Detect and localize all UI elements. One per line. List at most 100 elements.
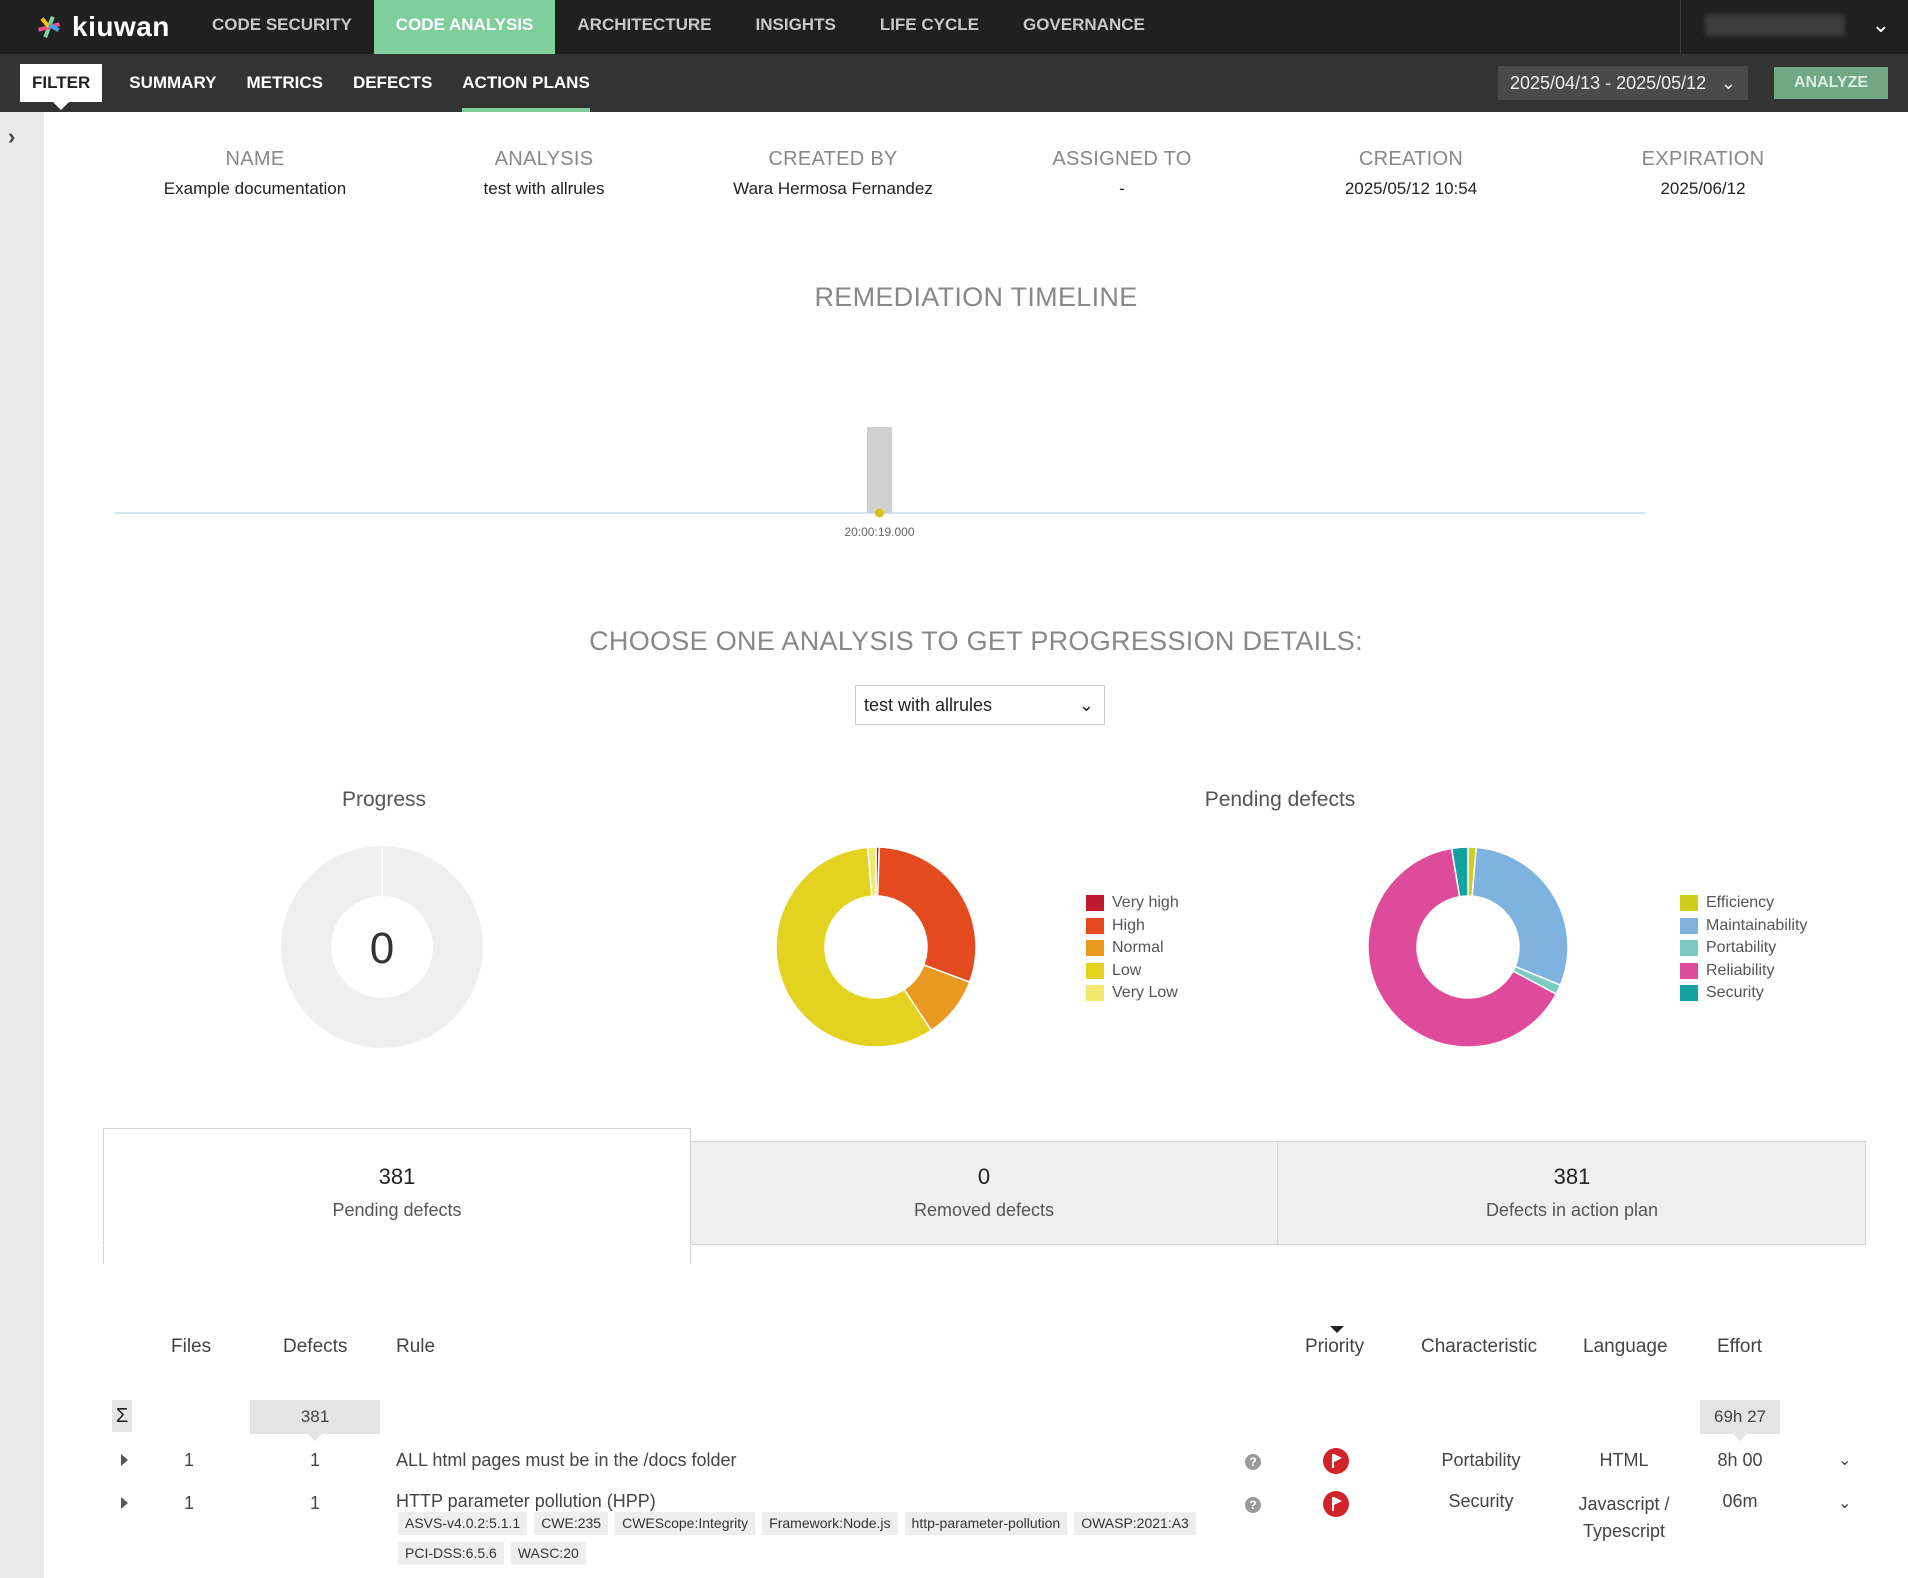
row-defects[interactable]: 1	[310, 1450, 320, 1471]
filter-tab[interactable]: FILTER	[20, 64, 103, 110]
chevron-right-icon[interactable]: ›	[8, 124, 15, 150]
info-value: 2025/05/12 10:54	[1344, 179, 1478, 198]
chevron-down-icon[interactable]: ⌄	[1838, 1450, 1851, 1470]
row-effort: 8h 00	[1717, 1450, 1763, 1470]
rule-tag[interactable]: PCI-DSS:6.5.6	[398, 1542, 504, 1565]
priority-flag-icon	[1323, 1448, 1349, 1474]
timeline-title: REMEDIATION TIMELINE	[814, 282, 1138, 312]
legend-item[interactable]: High	[1086, 915, 1179, 938]
collapsed-sidebar: ›	[0, 112, 44, 1578]
analyze-button[interactable]: ANALYZE	[1774, 67, 1888, 99]
legend-label: Low	[1112, 961, 1142, 979]
legend-swatch	[1680, 895, 1698, 912]
legend-swatch	[1086, 985, 1104, 1002]
chevron-down-icon[interactable]: ⌄	[1838, 1493, 1851, 1513]
stat-tab-removed-defects[interactable]: 0 Removed defects	[690, 1164, 1278, 1221]
row-rule[interactable]: ALL html pages must be in the /docs fold…	[396, 1450, 737, 1471]
column-header-rule[interactable]: Rule	[396, 1336, 435, 1358]
priority-flag-icon	[1323, 1491, 1349, 1517]
user-menu[interactable]: ⌄	[1680, 0, 1908, 54]
nav-insights[interactable]: INSIGHTS	[734, 0, 858, 54]
tab-summary[interactable]: SUMMARY	[114, 64, 231, 102]
nav-code-analysis[interactable]: CODE ANALYSIS	[373, 0, 556, 54]
legend-item[interactable]: Very high	[1086, 892, 1179, 915]
column-header-files[interactable]: Files	[171, 1336, 211, 1358]
row-rule[interactable]: HTTP parameter pollution (HPP)	[396, 1491, 656, 1512]
sort-desc-icon[interactable]	[1330, 1326, 1344, 1333]
tab-action-plans[interactable]: ACTION PLANS	[447, 64, 605, 112]
expand-row-arrow-icon[interactable]	[121, 1497, 128, 1509]
legend-label: Very Low	[1112, 984, 1178, 1002]
tab-metrics[interactable]: METRICS	[231, 64, 338, 102]
priority-slice-high[interactable]	[876, 846, 977, 984]
legend-swatch	[1680, 985, 1698, 1002]
info-value: -	[1119, 179, 1125, 198]
info-value: 2025/06/12	[1660, 179, 1746, 198]
legend-item[interactable]: Efficiency	[1680, 892, 1807, 915]
legend-label: Portability	[1706, 939, 1777, 957]
remediation-timeline-chart: 20:00:19.000	[115, 427, 1645, 539]
legend-label: Security	[1706, 984, 1764, 1002]
legend-item[interactable]: Portability	[1680, 937, 1807, 960]
info-value: Example documentation	[163, 179, 347, 198]
legend-item[interactable]: Normal	[1086, 937, 1179, 960]
stat-value: 381	[378, 1164, 416, 1189]
rule-tag[interactable]: CWEScope:Integrity	[615, 1512, 756, 1535]
stat-tabs-baseline	[103, 1245, 1866, 1246]
rule-tag[interactable]: Framework:Node.js	[762, 1512, 898, 1535]
plan-info-analysis: ANALYSIS test with allrules	[394, 148, 694, 199]
stat-tab-pending-defects[interactable]: 381 Pending defects	[103, 1164, 691, 1221]
stat-tab-defects-in-plan[interactable]: 381 Defects in action plan	[1278, 1164, 1866, 1221]
tab-defects[interactable]: DEFECTS	[338, 64, 447, 102]
expand-row-arrow-icon[interactable]	[121, 1454, 128, 1466]
row-files: 1	[184, 1450, 195, 1470]
total-effort: 69h 27	[1700, 1400, 1780, 1441]
legend-item[interactable]: Low	[1086, 960, 1179, 983]
column-header-effort[interactable]: Effort	[1717, 1336, 1762, 1358]
timeline-bar[interactable]	[867, 427, 892, 513]
legend-swatch	[1680, 917, 1698, 934]
plan-info-name: NAME Example documentation	[105, 148, 405, 199]
rule-tag[interactable]: OWASP:2021:A3	[1074, 1512, 1196, 1535]
legend-label: Reliability	[1706, 961, 1775, 979]
plan-info-assigned-to: ASSIGNED TO -	[972, 148, 1272, 199]
nav-life-cycle[interactable]: LIFE CYCLE	[858, 0, 1001, 54]
help-icon[interactable]: ?	[1245, 1497, 1261, 1513]
chevron-down-icon[interactable]: ⌄	[1872, 12, 1890, 38]
analysis-select-value: test with allrules	[864, 695, 993, 715]
row-defects[interactable]: 1	[310, 1493, 320, 1514]
total-defects: 381	[250, 1400, 380, 1441]
column-header-characteristic[interactable]: Characteristic	[1421, 1336, 1537, 1358]
legend-item[interactable]: Security	[1680, 982, 1807, 1005]
help-icon[interactable]: ?	[1245, 1454, 1261, 1470]
info-label: NAME	[225, 148, 285, 170]
stat-label: Pending defects	[332, 1200, 462, 1220]
column-header-priority[interactable]: Priority	[1305, 1336, 1364, 1358]
timeline-point[interactable]	[875, 508, 884, 518]
nav-governance[interactable]: GOVERNANCE	[1001, 0, 1167, 54]
nav-architecture[interactable]: ARCHITECTURE	[555, 0, 733, 54]
rule-tag[interactable]: WASC:20	[510, 1542, 586, 1565]
row-language: Javascript / Typescript	[1564, 1491, 1684, 1545]
brand-name: kiuwan	[72, 11, 170, 42]
top-navigation-bar: kiuwan CODE SECURITY CODE ANALYSIS ARCHI…	[0, 0, 1908, 54]
legend-item[interactable]: Reliability	[1680, 960, 1807, 983]
info-value: test with allrules	[483, 179, 605, 198]
row-effort: 06m	[1722, 1491, 1758, 1511]
nav-code-security[interactable]: CODE SECURITY	[190, 0, 374, 54]
kiuwan-logo[interactable]: kiuwan	[36, 10, 170, 44]
progression-title: CHOOSE ONE ANALYSIS TO GET PROGRESSION D…	[589, 626, 1363, 656]
legend-item[interactable]: Maintainability	[1680, 915, 1807, 938]
analysis-select[interactable]: test with allrules ⌄	[855, 685, 1105, 725]
column-header-language[interactable]: Language	[1583, 1336, 1668, 1358]
rule-tag[interactable]: ASVS-v4.0.2:5.1.1	[398, 1512, 528, 1535]
legend-swatch	[1086, 895, 1104, 912]
rule-tag[interactable]: http-parameter-pollution	[904, 1512, 1068, 1535]
rule-tag[interactable]: CWE:235	[534, 1512, 609, 1535]
date-range-select[interactable]: 2025/04/13 - 2025/05/12 ⌄	[1498, 66, 1748, 100]
legend-item[interactable]: Very Low	[1086, 982, 1179, 1005]
kiuwan-logo-icon	[37, 15, 61, 39]
column-header-defects[interactable]: Defects	[283, 1336, 347, 1358]
sum-icon: Σ	[112, 1400, 132, 1432]
characteristic-slice-maintainability[interactable]	[1471, 846, 1569, 987]
